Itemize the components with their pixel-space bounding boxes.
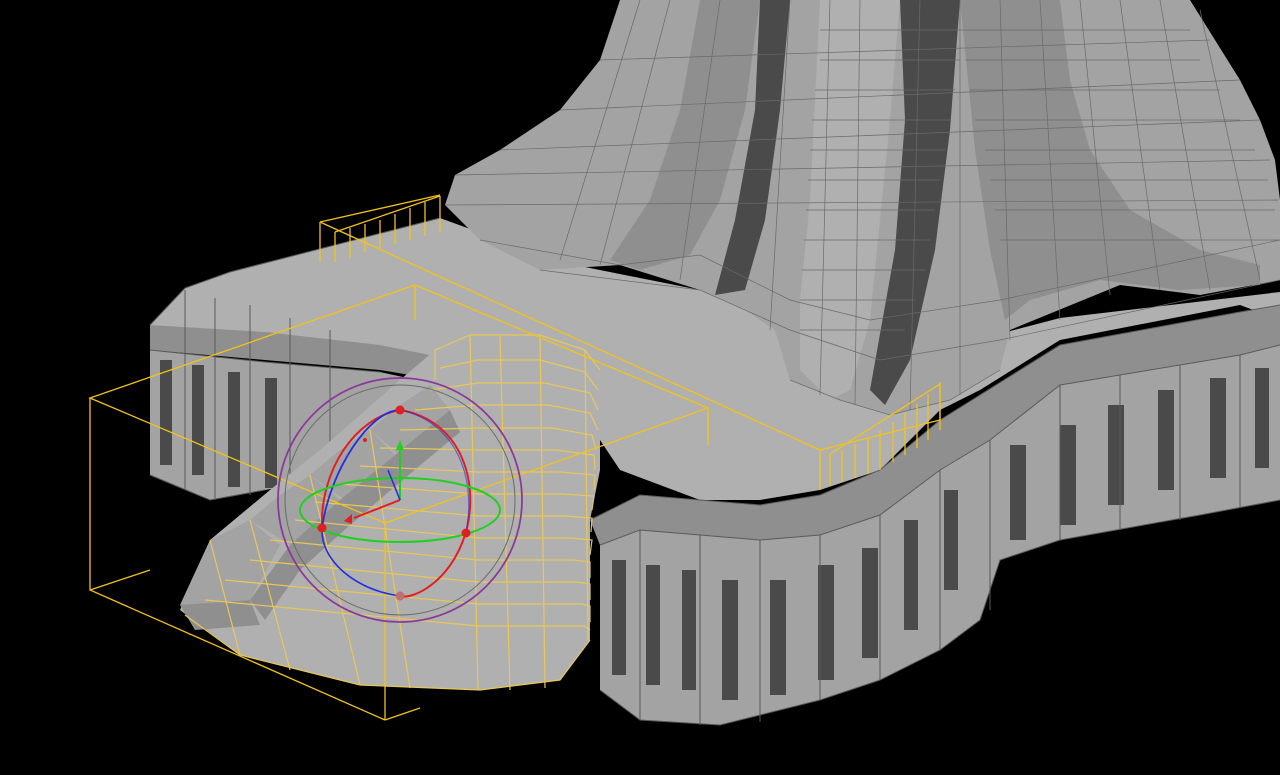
gizmo-handle-bottom xyxy=(395,591,405,601)
gizmo-center xyxy=(363,438,367,442)
3d-viewport[interactable] xyxy=(0,0,1280,775)
gizmo-handle-right xyxy=(461,528,471,538)
gizmo-handle-left xyxy=(317,523,327,533)
gizmo-handle-top xyxy=(395,405,405,415)
